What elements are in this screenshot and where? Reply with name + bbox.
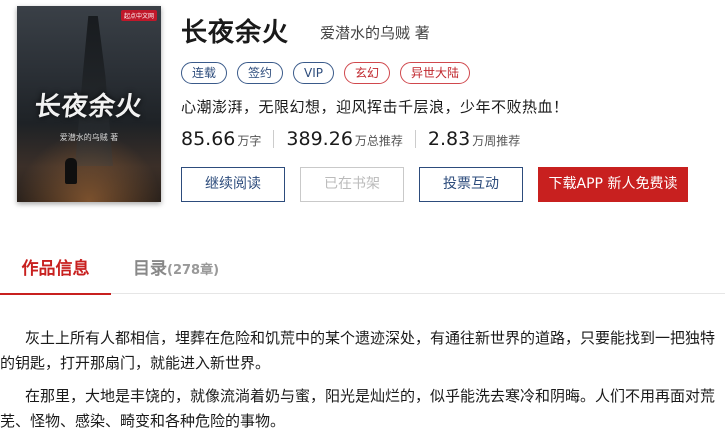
stat-unit: 万周推荐 [472, 134, 521, 148]
cover-publisher-badge: 起点中文网 [120, 10, 157, 21]
book-description: 灰土上所有人都相信，埋葬在危险和饥荒中的某个遗迹深处，有通往新世界的道路，只要能… [0, 326, 725, 440]
stat-value: 85.66 [181, 128, 236, 150]
book-stats: 85.66 万字 389.26 万总推荐 2.83 万周推荐 [181, 128, 520, 150]
stat-divider [273, 130, 275, 148]
cover-author-text: 爱潜水的乌贼 著 [59, 133, 119, 142]
action-buttons: 继续阅读 已在书架 投票互动 下载APP 新人免费读 [181, 167, 688, 202]
tag-signed: 签约 [237, 62, 284, 84]
stat-unit: 万总推荐 [354, 134, 403, 148]
tab-table-of-contents[interactable]: 目录(278章) [133, 244, 219, 294]
tab-work-info[interactable]: 作品信息 [0, 244, 111, 295]
stat-unit: 万字 [237, 134, 262, 148]
stat-divider [414, 130, 416, 148]
stat-weekly-recommend: 2.83 万周推荐 [428, 128, 520, 150]
book-cover[interactable]: 起点中文网 长夜余火 爱潜水的乌贼 著 [17, 6, 161, 202]
tag-vip: VIP [293, 62, 335, 84]
description-paragraph: 灰土上所有人都相信，埋葬在危险和饥荒中的某个遗迹深处，有通往新世界的道路，只要能… [0, 329, 716, 372]
tab-toc-count: (278章) [167, 263, 220, 278]
description-paragraph: 在那里，大地是丰饶的，就像流淌着奶与蜜，阳光是灿烂的，似乎能洗去寒冷和阴晦。人们… [0, 387, 716, 430]
tag-list: 连载 签约 VIP 玄幻 异世大陆 [181, 62, 471, 84]
stat-value: 2.83 [427, 128, 471, 150]
tag-status: 连载 [181, 62, 228, 84]
cover-title-text: 长夜余火 [33, 92, 145, 122]
book-author[interactable]: 爱潜水的乌贼 著 [320, 22, 430, 43]
download-app-button[interactable]: 下载APP 新人免费读 [538, 167, 688, 202]
content-tabs: 作品信息 目录(278章) [0, 244, 725, 295]
book-intro: 心潮澎湃，无限幻想，迎风挥击千层浪，少年不败热血！ [181, 98, 569, 116]
vote-interact-button[interactable]: 投票互动 [419, 167, 523, 202]
stat-value: 389.26 [286, 128, 353, 150]
continue-reading-button[interactable]: 继续阅读 [181, 167, 285, 202]
tab-toc-label: 目录 [133, 259, 167, 279]
book-title: 长夜余火 [181, 18, 290, 48]
tag-genre[interactable]: 玄幻 [344, 62, 391, 84]
in-bookshelf-button[interactable]: 已在书架 [300, 167, 404, 202]
stat-word-count: 85.66 万字 [181, 128, 261, 150]
stat-total-recommend: 389.26 万总推荐 [286, 128, 403, 150]
tag-subgenre[interactable]: 异世大陆 [400, 62, 471, 84]
cover-figure-art [65, 158, 77, 184]
